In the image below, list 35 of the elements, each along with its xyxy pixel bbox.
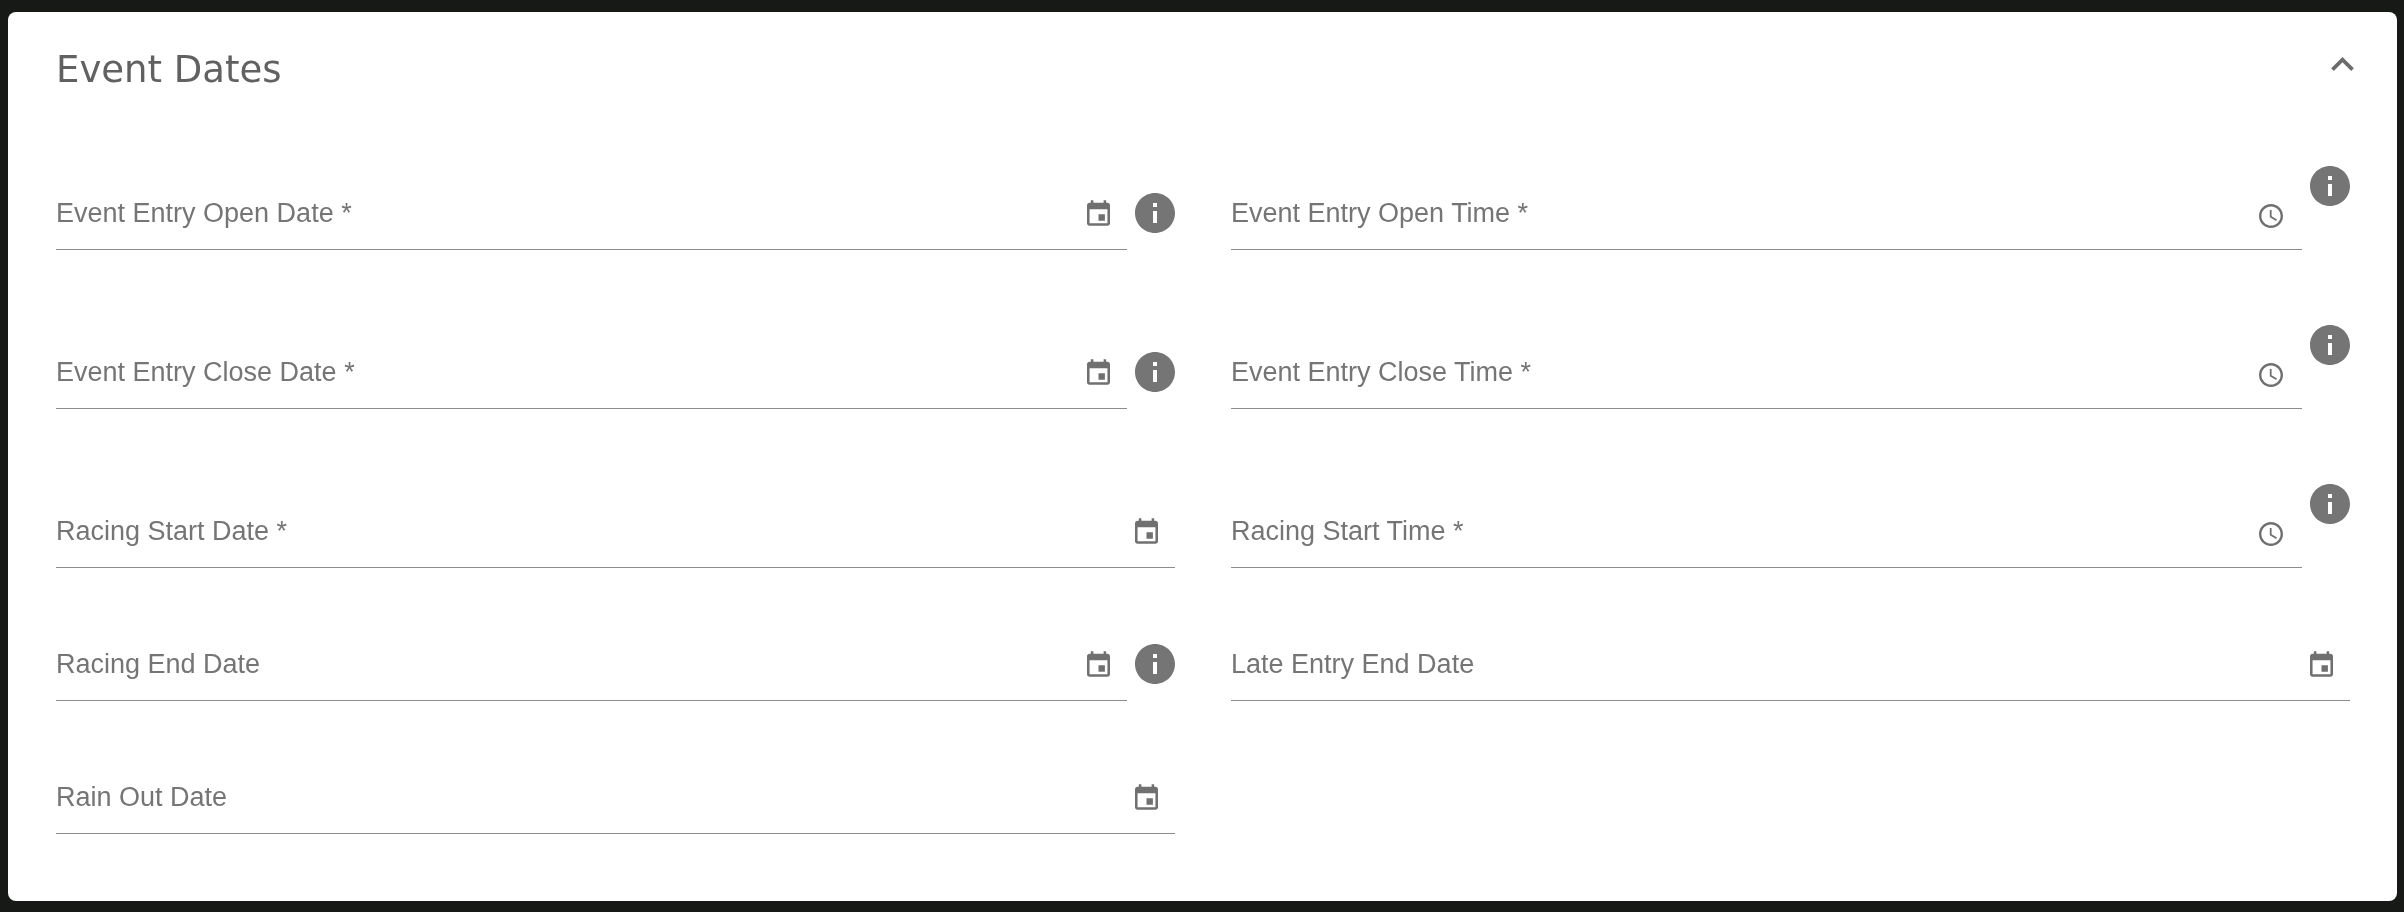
date-field[interactable]: Event Entry Open Date * xyxy=(56,192,1127,250)
info-icon[interactable] xyxy=(1135,193,1175,233)
date-field[interactable]: Event Entry Close Date * xyxy=(56,351,1127,409)
chevron-up-icon[interactable] xyxy=(2331,57,2354,71)
field-label: Racing End Date xyxy=(56,647,262,680)
calendar-icon[interactable] xyxy=(1087,199,1110,226)
date-field[interactable]: Racing Start Date * xyxy=(56,510,1175,568)
clock-icon[interactable] xyxy=(2259,362,2283,387)
date-field[interactable]: Racing End Date xyxy=(56,643,1127,701)
date-field[interactable]: Late Entry End Date xyxy=(1231,643,2350,701)
field-label: Rain Out Date xyxy=(56,780,229,813)
panel-title: Event Dates xyxy=(56,48,282,92)
time-field[interactable]: Event Entry Close Time * xyxy=(1231,351,2302,409)
info-icon[interactable] xyxy=(2310,484,2350,524)
time-field[interactable]: Racing Start Time * xyxy=(1231,510,2302,568)
calendar-icon[interactable] xyxy=(1135,783,1158,810)
field-label: Late Entry End Date xyxy=(1231,647,1476,680)
field-label: Event Entry Close Time * xyxy=(1231,355,1533,388)
field-label: Event Entry Open Time * xyxy=(1231,196,1530,229)
info-icon[interactable] xyxy=(2310,325,2350,365)
field-label: Event Entry Close Date * xyxy=(56,355,356,388)
calendar-icon[interactable] xyxy=(1135,517,1158,544)
calendar-icon[interactable] xyxy=(1087,650,1110,677)
info-icon[interactable] xyxy=(1135,352,1175,392)
time-field[interactable]: Event Entry Open Time * xyxy=(1231,192,2302,250)
field-label: Racing Start Date * xyxy=(56,514,289,547)
date-field[interactable]: Rain Out Date xyxy=(56,776,1175,834)
clock-icon[interactable] xyxy=(2259,521,2283,546)
clock-icon[interactable] xyxy=(2259,203,2283,228)
info-icon[interactable] xyxy=(2310,166,2350,206)
info-icon[interactable] xyxy=(1135,644,1175,684)
field-label: Event Entry Open Date * xyxy=(56,196,353,229)
calendar-icon[interactable] xyxy=(2310,650,2333,677)
field-label: Racing Start Time * xyxy=(1231,514,1465,547)
calendar-icon[interactable] xyxy=(1087,358,1110,385)
